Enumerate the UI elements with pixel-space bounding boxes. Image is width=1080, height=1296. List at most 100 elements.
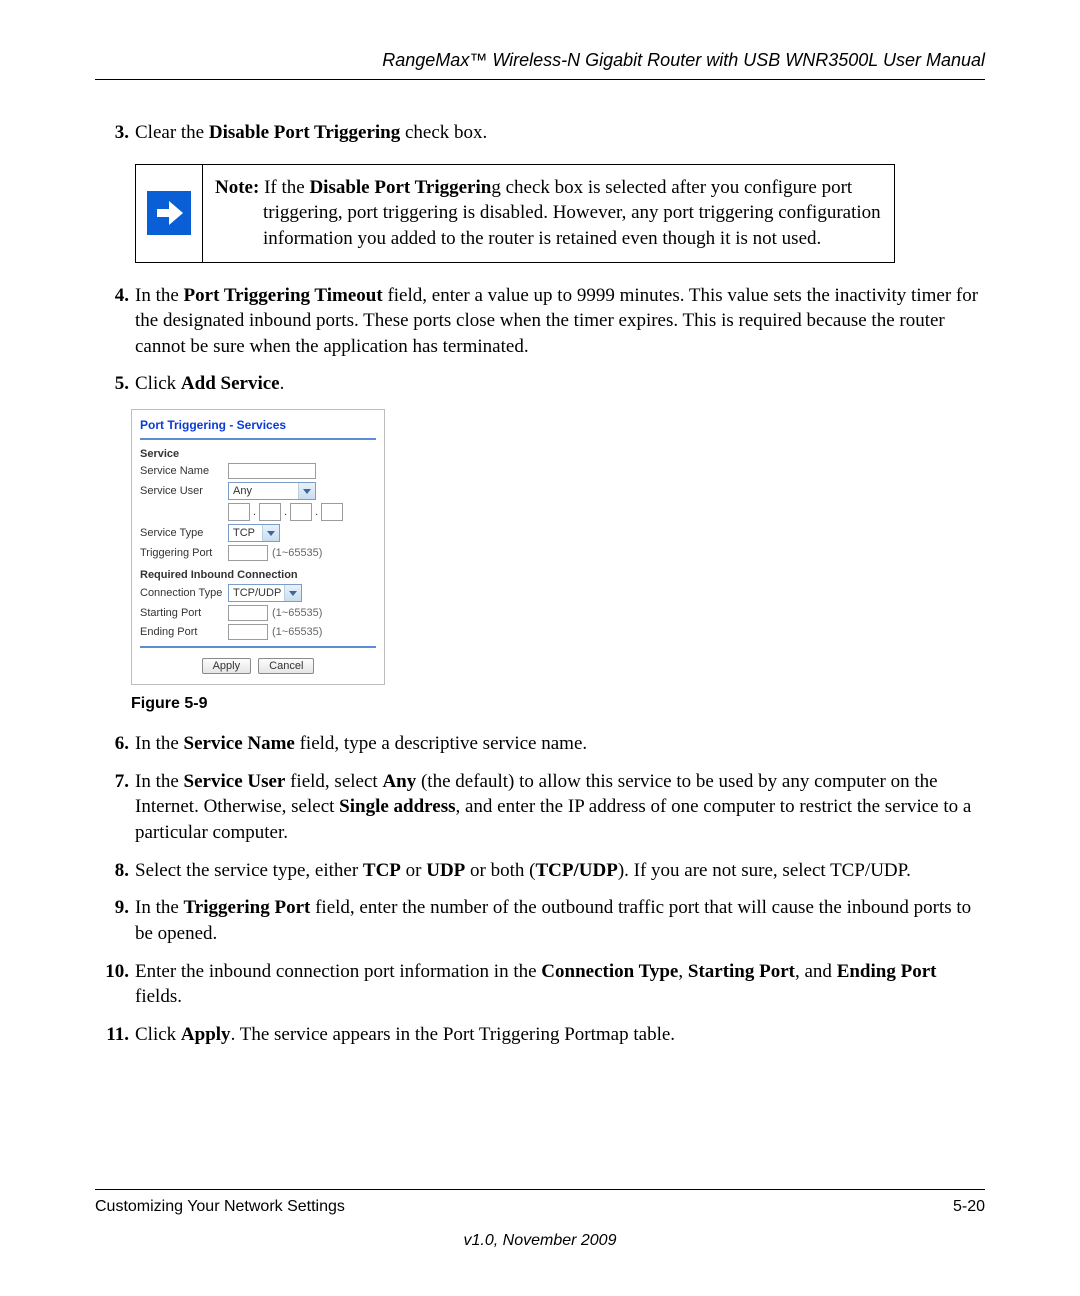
apply-button[interactable]: Apply <box>202 658 252 674</box>
text: g check box is selected after you config… <box>491 177 852 198</box>
bold-text: Port Triggering Timeout <box>184 285 383 306</box>
step-body: Select the service type, either TCP or U… <box>135 858 985 884</box>
step-body: Click Add Service. <box>135 371 985 397</box>
bold-text: TCP <box>363 860 401 881</box>
separator <box>140 438 376 440</box>
step-body: In the Port Triggering Timeout field, en… <box>135 283 985 360</box>
step-body: Click Apply. The service appears in the … <box>135 1022 985 1048</box>
text: or both ( <box>465 860 535 881</box>
step-body: In the Service Name field, type a descri… <box>135 731 985 757</box>
footer-page-number: 5-20 <box>953 1198 985 1216</box>
text: , and <box>795 961 837 982</box>
select-value: TCP/UDP <box>233 587 281 599</box>
text: In the <box>135 285 184 306</box>
step-9: 9. In the Triggering Port field, enter t… <box>95 895 985 946</box>
service-name-row: Service Name <box>140 463 376 479</box>
text: In the <box>135 771 184 792</box>
step-number: 5. <box>95 371 135 397</box>
text: Select the service type, either <box>135 860 363 881</box>
instruction-list: 3. Clear the Disable Port Triggering che… <box>95 120 985 146</box>
step-7: 7. In the Service User field, select Any… <box>95 769 985 846</box>
ending-port-input[interactable] <box>228 624 268 640</box>
text: Clear the <box>135 122 209 143</box>
port-triggering-dialog: Port Triggering - Services Service Servi… <box>131 409 385 685</box>
text: Enter the inbound connection port inform… <box>135 961 541 982</box>
chevron-down-icon <box>298 483 315 499</box>
step-11: 11. Click Apply. The service appears in … <box>95 1022 985 1048</box>
note-text: Note: If the Disable Port Triggering che… <box>203 164 895 262</box>
step-number: 11. <box>95 1022 135 1048</box>
select-value: TCP <box>233 527 255 539</box>
service-user-select[interactable]: Any <box>228 482 316 500</box>
required-inbound-head: Required Inbound Connection <box>140 569 376 581</box>
ending-port-row: Ending Port (1~65535) <box>140 624 376 640</box>
chevron-down-icon <box>284 585 301 601</box>
bold-text: Starting Port <box>688 961 795 982</box>
bold-text: Add Service <box>181 373 280 394</box>
step-body: Clear the Disable Port Triggering check … <box>135 120 985 146</box>
bold-text: Connection Type <box>541 961 678 982</box>
text: field, select <box>285 771 382 792</box>
manual-page: RangeMax™ Wireless-N Gigabit Router with… <box>0 0 1080 1296</box>
service-user-row: Service User Any <box>140 482 376 500</box>
bold-text: Triggering Port <box>184 897 311 918</box>
service-name-input[interactable] <box>228 463 316 479</box>
instruction-list-3: 6. In the Service Name field, type a des… <box>95 731 985 1047</box>
step-number: 10. <box>95 959 135 1010</box>
select-value: Any <box>233 485 252 497</box>
bold-text: Disable Port Triggerin <box>309 177 491 198</box>
step-3: 3. Clear the Disable Port Triggering che… <box>95 120 985 146</box>
bold-text: Service User <box>184 771 286 792</box>
service-type-row: Service Type TCP <box>140 524 376 542</box>
text: In the <box>135 897 184 918</box>
starting-port-label: Starting Port <box>140 607 228 619</box>
footer-section-title: Customizing Your Network Settings <box>95 1198 345 1216</box>
note-body: triggering, port triggering is disabled.… <box>215 200 882 251</box>
ip-address-row: . . . <box>140 503 376 521</box>
cancel-button[interactable]: Cancel <box>258 658 314 674</box>
dot: . <box>315 506 318 518</box>
footer-version: v1.0, November 2009 <box>95 1232 985 1250</box>
service-type-select[interactable]: TCP <box>228 524 280 542</box>
ip-octet-2-input[interactable] <box>259 503 281 521</box>
text: or <box>401 860 426 881</box>
step-number: 4. <box>95 283 135 360</box>
step-number: 3. <box>95 120 135 146</box>
text: . <box>280 373 285 394</box>
text: ). If you are not sure, select TCP/UDP. <box>618 860 911 881</box>
ending-port-label: Ending Port <box>140 626 228 638</box>
dot: . <box>253 506 256 518</box>
separator <box>140 646 376 648</box>
bold-text: TCP/UDP <box>535 860 617 881</box>
note-box: Note: If the Disable Port Triggering che… <box>135 164 895 263</box>
ip-octet-3-input[interactable] <box>290 503 312 521</box>
step-body: In the Service User field, select Any (t… <box>135 769 985 846</box>
ip-octet-1-input[interactable] <box>228 503 250 521</box>
text: , <box>678 961 688 982</box>
bold-text: Apply <box>181 1024 231 1045</box>
connection-type-label: Connection Type <box>140 587 228 599</box>
triggering-port-input[interactable] <box>228 545 268 561</box>
port-range-hint: (1~65535) <box>272 626 322 638</box>
port-range-hint: (1~65535) <box>272 547 322 559</box>
step-body: In the Triggering Port field, enter the … <box>135 895 985 946</box>
connection-type-row: Connection Type TCP/UDP <box>140 584 376 602</box>
ip-octet-4-input[interactable] <box>321 503 343 521</box>
starting-port-row: Starting Port (1~65535) <box>140 605 376 621</box>
step-number: 8. <box>95 858 135 884</box>
text: In the <box>135 733 184 754</box>
step-5: 5. Click Add Service. <box>95 371 985 397</box>
step-number: 7. <box>95 769 135 846</box>
text: field, type a descriptive service name. <box>295 733 587 754</box>
step-6: 6. In the Service Name field, type a des… <box>95 731 985 757</box>
bold-text: Single address <box>339 796 455 817</box>
dialog-title: Port Triggering - Services <box>140 418 376 432</box>
step-10: 10. Enter the inbound connection port in… <box>95 959 985 1010</box>
service-user-label: Service User <box>140 485 228 497</box>
connection-type-select[interactable]: TCP/UDP <box>228 584 302 602</box>
starting-port-input[interactable] <box>228 605 268 621</box>
bold-text: Any <box>382 771 416 792</box>
step-4: 4. In the Port Triggering Timeout field,… <box>95 283 985 360</box>
service-section-head: Service <box>140 448 376 460</box>
text: If the <box>259 177 309 198</box>
